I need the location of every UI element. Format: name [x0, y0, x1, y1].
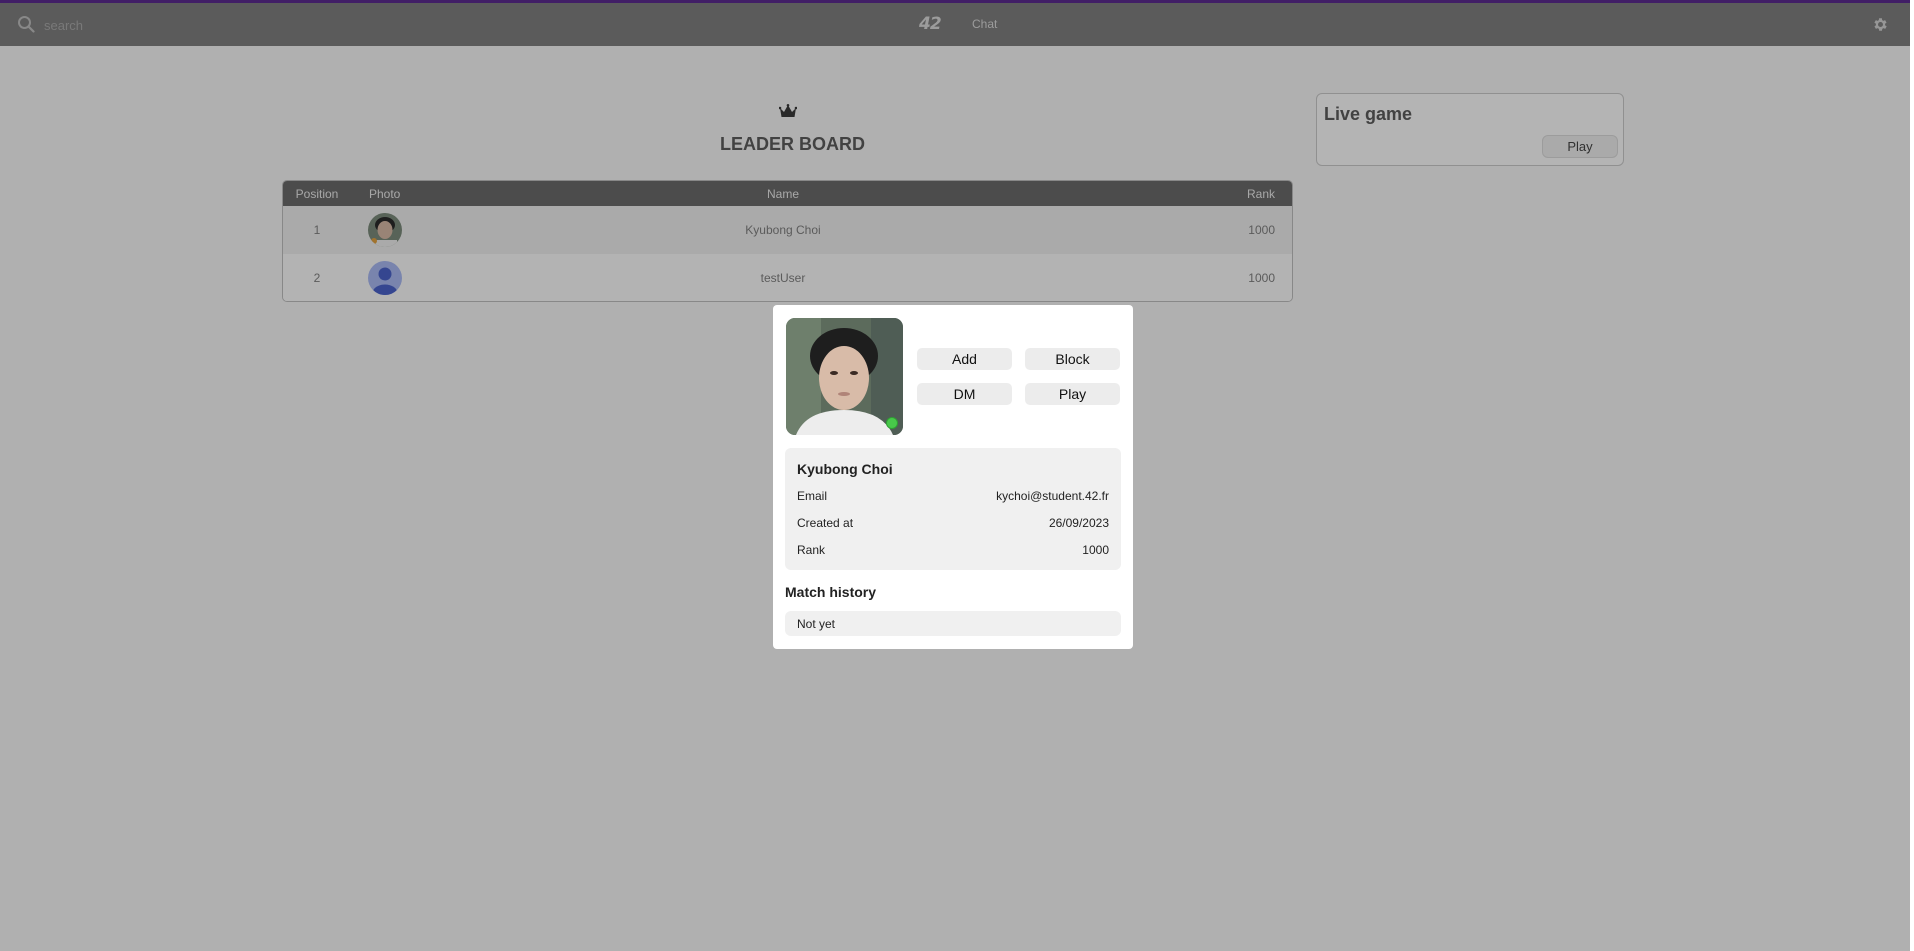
match-history-title: Match history	[785, 584, 877, 600]
profile-info-card: Kyubong Choi Email kychoi@student.42.fr …	[785, 448, 1121, 570]
profile-email-row: Email kychoi@student.42.fr	[797, 489, 1109, 505]
dm-button[interactable]: DM	[917, 383, 1012, 405]
play-button[interactable]: Play	[1025, 383, 1120, 405]
email-label: Email	[797, 489, 828, 503]
add-friend-button[interactable]: Add	[917, 348, 1012, 370]
window-edge	[1910, 0, 1914, 951]
created-label: Created at	[797, 516, 854, 530]
profile-photo	[786, 318, 903, 435]
online-status-indicator	[886, 417, 898, 429]
profile-modal: Add Block DM Play Kyubong Choi Email kyc…	[773, 305, 1133, 649]
profile-rank-row: Rank 1000	[797, 543, 1109, 559]
created-value: 26/09/2023	[1048, 516, 1109, 530]
block-user-button[interactable]: Block	[1025, 348, 1120, 370]
rank-label: Rank	[797, 543, 826, 557]
profile-name: Kyubong Choi	[797, 461, 893, 477]
match-history-empty: Not yet	[797, 617, 836, 631]
rank-value: 1000	[1082, 543, 1109, 557]
email-value: kychoi@student.42.fr	[996, 489, 1109, 503]
match-history-list: Not yet	[785, 611, 1121, 636]
profile-created-row: Created at 26/09/2023	[797, 516, 1109, 532]
